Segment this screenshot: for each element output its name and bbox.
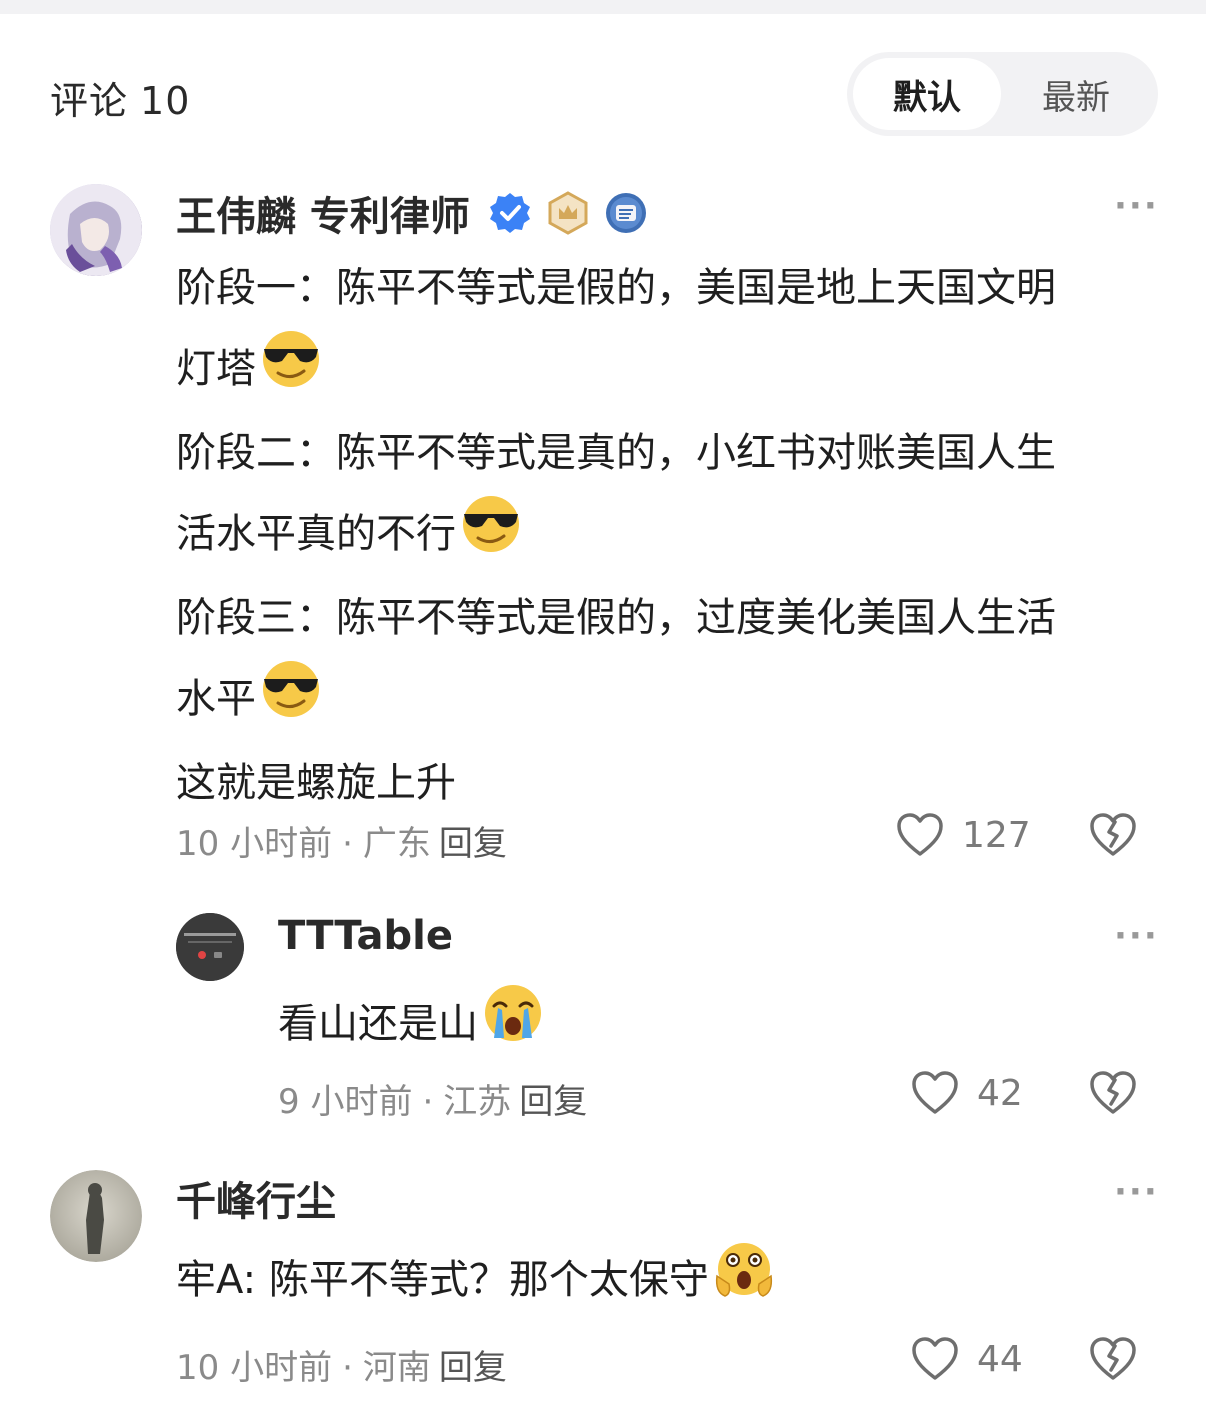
comment-meta: 10 小时前 · 广东 回复 (176, 824, 507, 864)
avatar[interactable] (50, 1170, 142, 1262)
comments-title-label: 评论 (50, 79, 129, 123)
comment-item: 王伟麟 专利律师 ··· 阶段一：陈平不等式是假的，美国是地上天国文明 灯塔 阶… (0, 180, 1206, 880)
comment-time: 9 小时前 (278, 1082, 413, 1122)
sunglasses-emoji-icon (258, 657, 324, 745)
comment-item: 千峰行尘 ··· 牢A: 陈平不等式？那个太保守 10 小时前 · 河南 回复 44 (0, 1166, 1206, 1396)
comment-time: 10 小时前 (176, 824, 333, 864)
reply-item: TTTable ··· 看山还是山 9 小时前 · 江苏 回复 42 (0, 910, 1206, 1130)
comment-body: 牢A: 陈平不等式？那个太保守 (176, 1236, 777, 1328)
comment-line: 牢A: 陈平不等式？那个太保守 (176, 1236, 777, 1328)
reply-button[interactable]: 回复 (439, 824, 507, 864)
like-button[interactable]: 42 (911, 1070, 1023, 1116)
reply-author[interactable]: TTTable (278, 910, 453, 962)
comment-line: 灯塔 (176, 327, 1176, 415)
dislike-button[interactable] (1089, 1070, 1137, 1120)
comment-author[interactable]: 王伟麟 专利律师 (176, 184, 648, 242)
like-count: 42 (977, 1072, 1023, 1114)
comment-time: 10 小时前 (176, 1348, 333, 1388)
sunglasses-emoji-icon (458, 492, 524, 580)
avatar[interactable] (50, 184, 142, 276)
author-name: TTTable (278, 913, 453, 959)
reply-button[interactable]: 回复 (519, 1082, 587, 1122)
broken-heart-icon (1090, 813, 1136, 856)
broken-heart-icon (1090, 1071, 1136, 1114)
sort-default-button[interactable]: 默认 (853, 58, 1001, 130)
comment-line: 活水平真的不行 (176, 492, 1176, 580)
heart-icon (912, 1071, 958, 1114)
comment-line: 看山还是山 (278, 980, 546, 1072)
reply-button[interactable]: 回复 (439, 1348, 507, 1388)
comment-meta: 10 小时前 · 河南 回复 (176, 1348, 507, 1388)
reply-body: 看山还是山 (278, 980, 546, 1072)
comment-line: 阶段三：陈平不等式是假的，过度美化美国人生活 (176, 595, 1056, 641)
crying-emoji-icon (480, 980, 546, 1072)
sort-latest-button[interactable]: 最新 (1002, 58, 1150, 130)
like-count: 44 (977, 1338, 1023, 1380)
avatar[interactable] (176, 913, 244, 981)
broken-heart-icon (1090, 1337, 1136, 1380)
comment-line: 这就是螺旋上升 (176, 760, 456, 806)
more-options-icon[interactable]: ··· (1114, 186, 1159, 226)
comment-region: 广东 (362, 824, 431, 864)
like-count: 127 (962, 814, 1031, 856)
sunglasses-emoji-icon (258, 327, 324, 415)
comment-author[interactable]: 千峰行尘 (176, 1170, 336, 1226)
scared-emoji-icon (711, 1236, 777, 1328)
reply-meta: 9 小时前 · 江苏 回复 (278, 1082, 588, 1122)
dislike-button[interactable] (1089, 1336, 1137, 1386)
comment-line: 阶段二：陈平不等式是真的，小红书对账美国人生 (176, 430, 1056, 476)
comment-region: 江苏 (443, 1082, 512, 1122)
like-button[interactable]: 127 (896, 812, 1031, 858)
comment-line: 阶段一：陈平不等式是假的，美国是地上天国文明 (176, 265, 1056, 311)
author-name: 王伟麟 专利律师 (176, 194, 470, 240)
like-button[interactable]: 44 (911, 1336, 1023, 1382)
comments-title: 评论 10 (50, 70, 190, 125)
comment-region: 河南 (362, 1348, 431, 1388)
more-options-icon[interactable]: ··· (1114, 916, 1159, 956)
verified-icon (488, 191, 532, 235)
comments-header: 评论 10 默认 最新 (0, 50, 1206, 136)
top-divider (0, 0, 1206, 14)
author-name: 千峰行尘 (176, 1179, 336, 1225)
comment-body: 阶段一：陈平不等式是假的，美国是地上天国文明 灯塔 阶段二：陈平不等式是真的，小… (176, 250, 1176, 822)
more-options-icon[interactable]: ··· (1114, 1172, 1159, 1212)
scroll-badge-icon (604, 191, 648, 235)
dislike-button[interactable] (1089, 812, 1137, 862)
heart-icon (897, 813, 943, 856)
comments-count: 10 (140, 79, 191, 123)
crown-badge-icon (546, 191, 590, 235)
comment-line: 水平 (176, 657, 1176, 745)
heart-icon (912, 1337, 958, 1380)
sort-toggle: 默认 最新 (847, 52, 1158, 136)
